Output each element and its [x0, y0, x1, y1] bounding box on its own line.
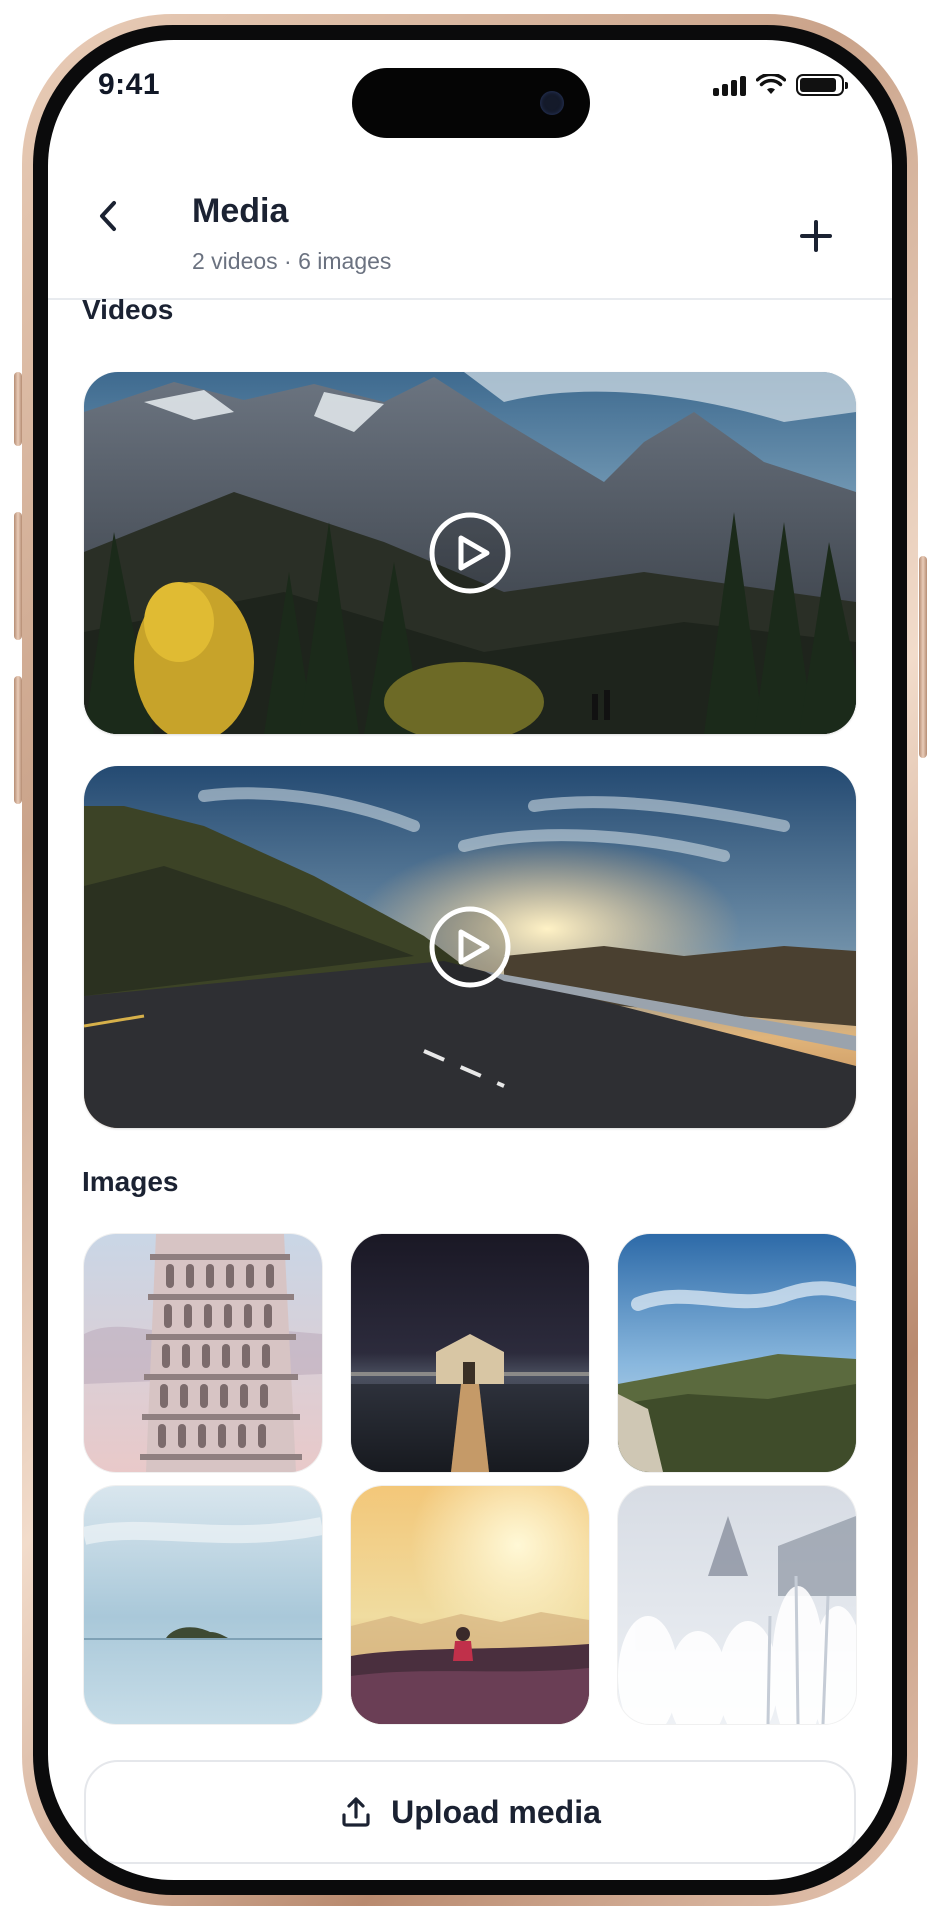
battery-icon	[796, 74, 848, 96]
image-thumbnail-frost	[618, 1486, 856, 1724]
add-button[interactable]	[792, 212, 840, 260]
camera-icon	[540, 91, 564, 115]
image-thumbnail-coast	[618, 1234, 856, 1472]
image-tile-boathouse[interactable]	[351, 1234, 589, 1472]
image-tile-tower[interactable]	[84, 1234, 322, 1472]
image-thumbnail-field	[351, 1486, 589, 1724]
upload-media-label: Upload media	[391, 1793, 601, 1830]
images-section-title: Images	[82, 1166, 179, 1197]
volume-up-button	[14, 512, 22, 640]
volume-down-button	[14, 676, 22, 804]
cellular-signal-icon	[713, 74, 746, 96]
image-tile-frost[interactable]	[618, 1486, 856, 1724]
upload-media-button[interactable]: Upload media	[84, 1760, 856, 1864]
chevron-left-icon	[100, 201, 116, 231]
image-thumbnail-boathouse	[351, 1234, 589, 1472]
wifi-icon	[756, 74, 786, 94]
back-button[interactable]	[84, 192, 132, 240]
image-tile-sea[interactable]	[84, 1486, 322, 1724]
image-tile-coast[interactable]	[618, 1234, 856, 1472]
image-thumbnail-tower	[84, 1234, 322, 1472]
video-card-road[interactable]	[84, 766, 856, 1128]
play-icon[interactable]	[428, 905, 512, 989]
video-card-mountain[interactable]	[84, 372, 856, 734]
silent-switch	[14, 372, 22, 446]
page-title: Media	[192, 192, 289, 230]
image-tile-field[interactable]	[351, 1486, 589, 1724]
header: Media 2 videos · 6 images	[48, 150, 892, 300]
plus-icon	[800, 220, 832, 252]
play-icon[interactable]	[428, 511, 512, 595]
videos-section-title: Videos	[82, 294, 174, 325]
page-subtitle: 2 videos · 6 images	[192, 248, 392, 274]
upload-icon	[342, 1797, 370, 1827]
status-time: 9:41	[98, 68, 161, 101]
image-thumbnail-sea	[84, 1486, 322, 1724]
screen: 9:41 Media 2 videos · 6 images Videos Im…	[48, 40, 892, 1880]
dynamic-island	[352, 68, 590, 138]
status-icons	[713, 74, 848, 96]
power-button	[919, 556, 927, 758]
